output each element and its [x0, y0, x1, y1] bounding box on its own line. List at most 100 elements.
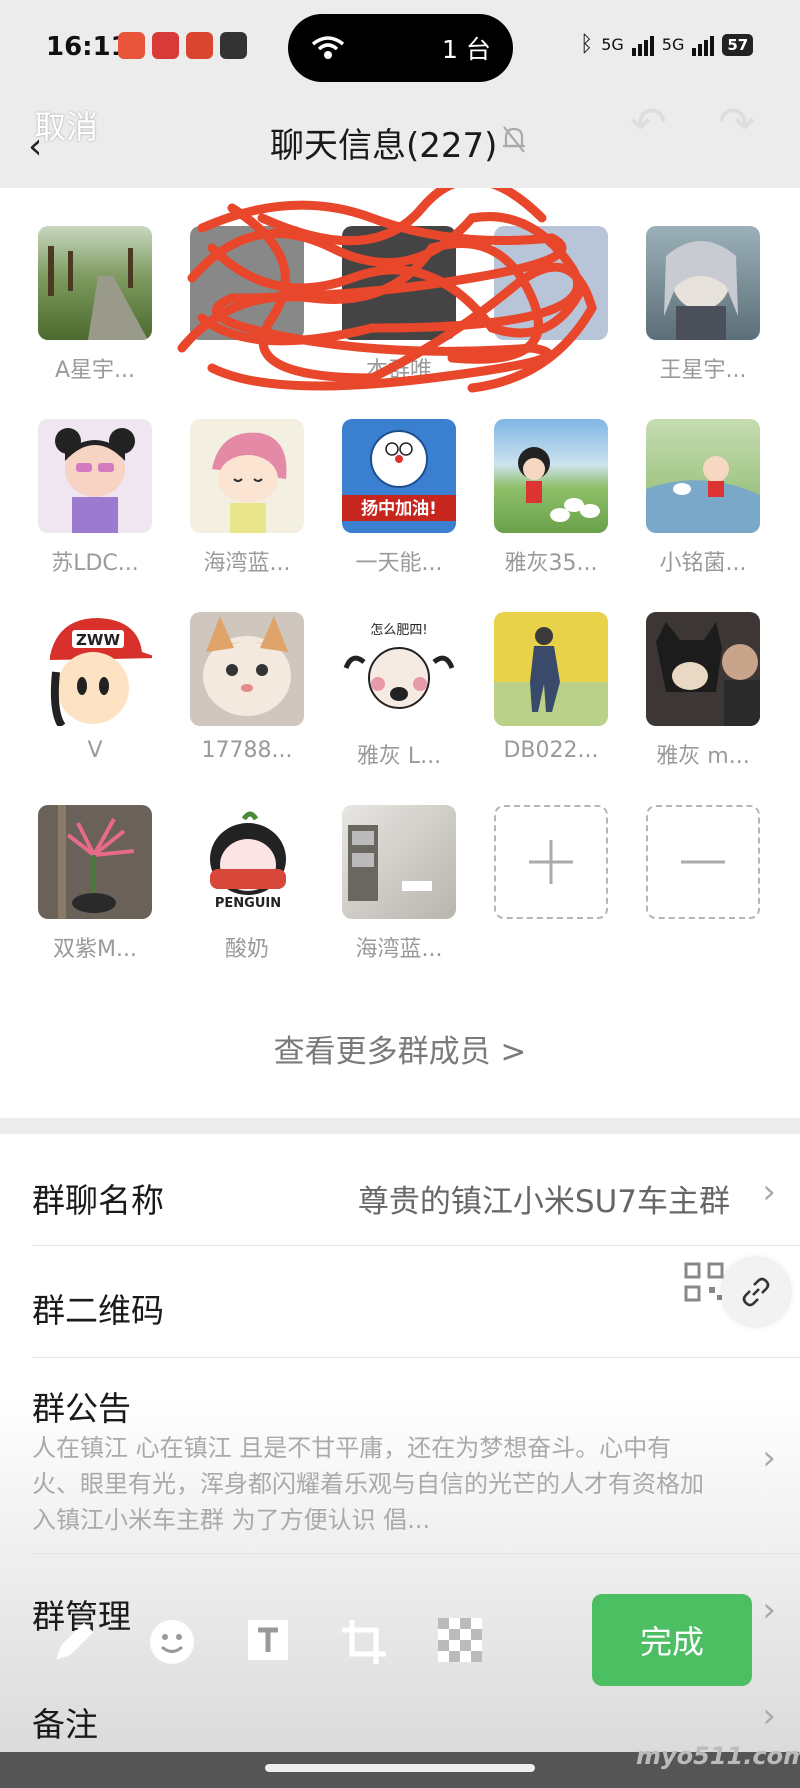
- member-item[interactable]: 17788...: [190, 612, 304, 805]
- undo-icon[interactable]: ↶: [630, 98, 667, 149]
- member-avatar: [494, 612, 608, 726]
- member-item[interactable]: PENGUIN 酸奶: [190, 805, 304, 998]
- member-avatar: PENGUIN: [190, 805, 304, 919]
- member-name: 海湾蓝...: [355, 937, 443, 962]
- link-button[interactable]: [722, 1258, 790, 1326]
- member-avatar: [38, 226, 152, 340]
- member-item[interactable]: 双紫M...: [38, 805, 152, 998]
- penguin-caption: PENGUIN: [215, 896, 281, 911]
- group-notice-row[interactable]: 群公告 人在镇江 心在镇江 且是不甘平庸，还在为梦想奋斗。心中有火、眼里有光，浑…: [32, 1358, 800, 1554]
- member-item[interactable]: DB022...: [494, 612, 608, 805]
- chevron-right-icon: ›: [762, 1696, 776, 1736]
- crop-icon[interactable]: [340, 1618, 388, 1666]
- member-item[interactable]: 雅灰35...: [494, 419, 608, 612]
- member-name: 酸奶: [224, 937, 269, 962]
- hotspot-icon: [311, 36, 345, 59]
- avatar-image: [518, 447, 600, 522]
- member-item[interactable]: 苏LDC...: [38, 419, 152, 612]
- member-name: 小铭菌...: [659, 551, 747, 576]
- app-icon: [118, 32, 145, 59]
- avatar-image: ZWW: [50, 618, 152, 726]
- minus-icon: [681, 860, 725, 864]
- text-icon[interactable]: [246, 1618, 290, 1662]
- member-name: 雅灰 m...: [656, 744, 750, 769]
- member-avatar: [646, 612, 760, 726]
- member-name: 雅灰 L...: [356, 744, 442, 769]
- member-item[interactable]: 海湾蓝...: [190, 419, 304, 612]
- add-member-item[interactable]: [494, 805, 608, 998]
- home-indicator[interactable]: [265, 1764, 535, 1772]
- mosaic-icon[interactable]: [438, 1618, 482, 1662]
- member-name: 17788...: [201, 738, 293, 763]
- member-name: V: [87, 738, 103, 763]
- member-name: 一天能...: [355, 551, 443, 576]
- signal-label: 5G: [661, 35, 685, 54]
- member-name: 雅灰35...: [504, 551, 598, 576]
- done-button[interactable]: 完成: [592, 1594, 752, 1686]
- member-avatar: 怎么肥四!: [342, 612, 456, 726]
- signal-icon: [692, 34, 715, 56]
- cancel-button[interactable]: 取消: [34, 102, 98, 148]
- member-name: 王星宇...: [659, 358, 747, 383]
- member-avatar: 扬中加油!: [342, 419, 456, 533]
- doraemon-caption: 扬中加油!: [361, 498, 437, 519]
- member-avatar: [646, 419, 760, 533]
- member-item[interactable]: 雅灰 m...: [646, 612, 760, 805]
- member-name: DB022...: [503, 738, 599, 763]
- app-icon: [186, 32, 213, 59]
- group-name-row[interactable]: 群聊名称 尊贵的镇江小米SU7车主群 ›: [32, 1134, 800, 1246]
- avatar-image: [203, 616, 291, 716]
- group-qr-label: 群二维码: [32, 1291, 164, 1330]
- signal-icon: [631, 34, 654, 56]
- chevron-right-icon: ›: [762, 1172, 776, 1212]
- avatar-image: [58, 805, 135, 919]
- view-more-members-link[interactable]: 查看更多群成员 >: [0, 1026, 800, 1071]
- remove-member-button[interactable]: [646, 805, 760, 919]
- member-panel: A星宇... 本群唯 王星宇... 苏LDC... 海湾蓝... 扬中加油! 一…: [0, 188, 800, 1118]
- battery-icon: 57: [722, 33, 754, 56]
- chevron-right-icon: ›: [762, 1438, 776, 1478]
- status-indicators: ᛒ 5G 5G 57: [580, 32, 754, 57]
- member-avatar: [38, 805, 152, 919]
- avatar-image: PENGUIN: [210, 811, 286, 911]
- remove-member-item[interactable]: [646, 805, 760, 998]
- qr-code-icon: [684, 1262, 724, 1302]
- member-item[interactable]: A星宇...: [38, 226, 152, 419]
- site-watermark: myo511.com: [636, 1742, 800, 1770]
- member-avatar: [342, 805, 456, 919]
- remark-label: 备注: [32, 1705, 98, 1744]
- member-item[interactable]: 王星宇...: [646, 226, 760, 419]
- avatar-image: [656, 622, 760, 726]
- avatar-image: 扬中加油!: [342, 430, 456, 521]
- meme-caption: 怎么肥四!: [370, 623, 427, 638]
- settings-list: 群聊名称 尊贵的镇江小米SU7车主群 › 群二维码 群公告 人在镇江 心在镇江 …: [0, 1134, 800, 1788]
- member-item[interactable]: 海湾蓝...: [342, 805, 456, 998]
- title-bar: ‹ 取消 聊天信息(227) ↶ ↷: [0, 88, 800, 188]
- add-member-button[interactable]: [494, 805, 608, 919]
- group-name-label: 群聊名称: [32, 1181, 164, 1220]
- group-qr-row[interactable]: 群二维码: [32, 1246, 800, 1358]
- avatar-image: [212, 432, 287, 533]
- member-avatar: [646, 226, 760, 340]
- avatar-image: [48, 246, 148, 340]
- mute-bell-icon: [503, 126, 525, 153]
- member-avatar: [494, 419, 608, 533]
- app-icon: [152, 32, 179, 59]
- bluetooth-icon: ᛒ: [580, 32, 594, 57]
- member-name: 苏LDC...: [51, 551, 139, 576]
- member-item[interactable]: 扬中加油! 一天能...: [342, 419, 456, 612]
- member-avatar: [190, 612, 304, 726]
- member-item[interactable]: 小铭菌...: [646, 419, 760, 612]
- member-item[interactable]: 怎么肥四! 雅灰 L...: [342, 612, 456, 805]
- member-name: 双紫M...: [53, 937, 137, 962]
- plus-icon: [529, 840, 573, 884]
- emoji-icon[interactable]: [148, 1618, 196, 1666]
- member-name: 海湾蓝...: [203, 551, 291, 576]
- pen-icon[interactable]: [52, 1618, 98, 1664]
- redo-icon[interactable]: ↷: [718, 98, 755, 149]
- page-title: 聊天信息(227): [270, 126, 498, 166]
- dynamic-island[interactable]: 1 台: [288, 14, 513, 82]
- status-bar: 16:11 1 台 ᛒ 5G 5G 57: [0, 0, 800, 100]
- redaction-scribble: [177, 188, 597, 393]
- member-item[interactable]: ZWW V: [38, 612, 152, 805]
